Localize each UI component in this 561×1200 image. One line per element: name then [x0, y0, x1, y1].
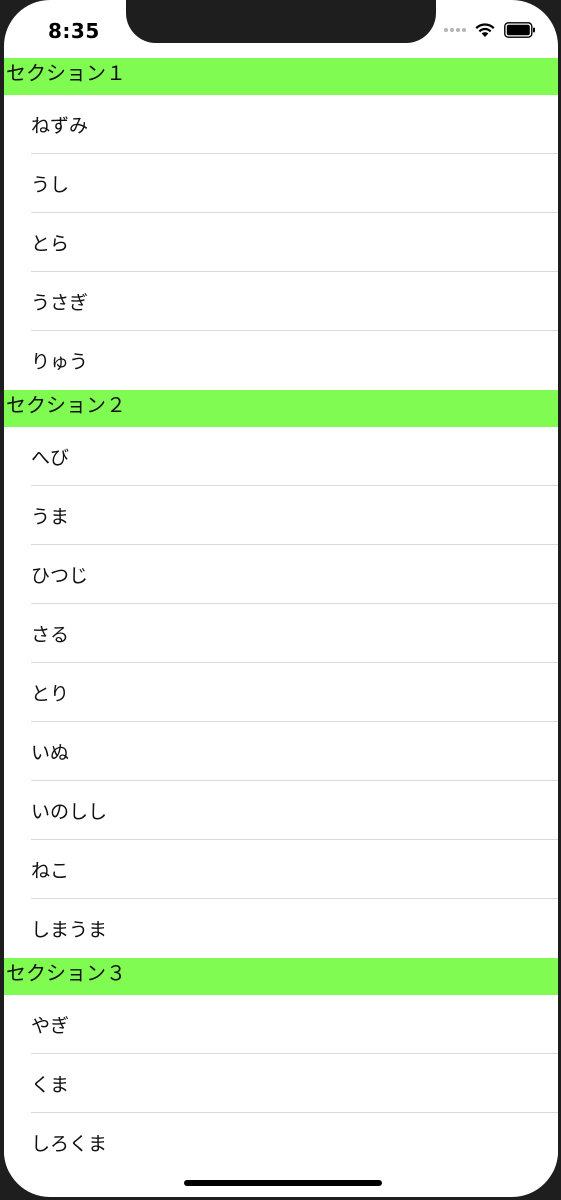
- device-notch: [126, 0, 436, 43]
- list-item[interactable]: ねこ: [4, 840, 558, 899]
- list-item-label: いのしし: [31, 801, 108, 823]
- list-item-label: やぎ: [31, 1015, 70, 1037]
- list-item-label: うし: [31, 174, 70, 196]
- battery-icon: [504, 22, 535, 38]
- section-header-2: セクション２: [4, 390, 558, 427]
- status-icons: [444, 22, 536, 38]
- list-item-label: りゅう: [31, 351, 89, 373]
- list-item-label: いぬ: [31, 742, 70, 764]
- list-item-label: とり: [31, 683, 70, 705]
- list-item-label: ねずみ: [31, 115, 89, 137]
- signal-dots-icon: [444, 28, 466, 32]
- list-item[interactable]: やぎ: [4, 995, 558, 1054]
- list-item[interactable]: しろくま: [4, 1113, 558, 1172]
- list-item[interactable]: いのしし: [4, 781, 558, 840]
- list-item[interactable]: うさぎ: [4, 272, 558, 331]
- list-item-label: ねこ: [31, 860, 70, 882]
- section-header-1: セクション１: [4, 58, 558, 95]
- list-item[interactable]: ひつじ: [4, 545, 558, 604]
- list-item[interactable]: とら: [4, 213, 558, 272]
- list-item[interactable]: いぬ: [4, 722, 558, 781]
- list-item[interactable]: さる: [4, 604, 558, 663]
- status-time: 8:35: [48, 19, 100, 43]
- list-item[interactable]: へび: [4, 427, 558, 486]
- list-item[interactable]: くま: [4, 1054, 558, 1113]
- list-item-label: しまうま: [31, 919, 108, 941]
- home-indicator[interactable]: [184, 1180, 382, 1186]
- list-item-label: とら: [31, 233, 70, 255]
- list-item-label: うさぎ: [31, 292, 89, 314]
- list-item-label: くま: [31, 1074, 70, 1096]
- list-item-label: うま: [31, 506, 70, 528]
- list-item-label: さる: [31, 624, 70, 646]
- list-item[interactable]: うし: [4, 154, 558, 213]
- list-item[interactable]: しまうま: [4, 899, 558, 958]
- section-header-3: セクション３: [4, 958, 558, 995]
- table-view[interactable]: セクション１ ねずみ うし とら うさぎ りゅう セクション２ へび うま ひつ…: [4, 58, 558, 1172]
- wifi-icon: [475, 23, 495, 37]
- list-item[interactable]: とり: [4, 663, 558, 722]
- list-item-label: しろくま: [31, 1133, 108, 1155]
- list-item-label: ひつじ: [31, 565, 89, 587]
- list-item[interactable]: ねずみ: [4, 95, 558, 154]
- phone-screen: 8:35 セクション１ ねずみ うし とら うさぎ りゅう セクション２ へび …: [4, 0, 558, 1197]
- list-item[interactable]: りゅう: [4, 331, 558, 390]
- list-item-label: へび: [31, 447, 70, 469]
- list-item[interactable]: うま: [4, 486, 558, 545]
